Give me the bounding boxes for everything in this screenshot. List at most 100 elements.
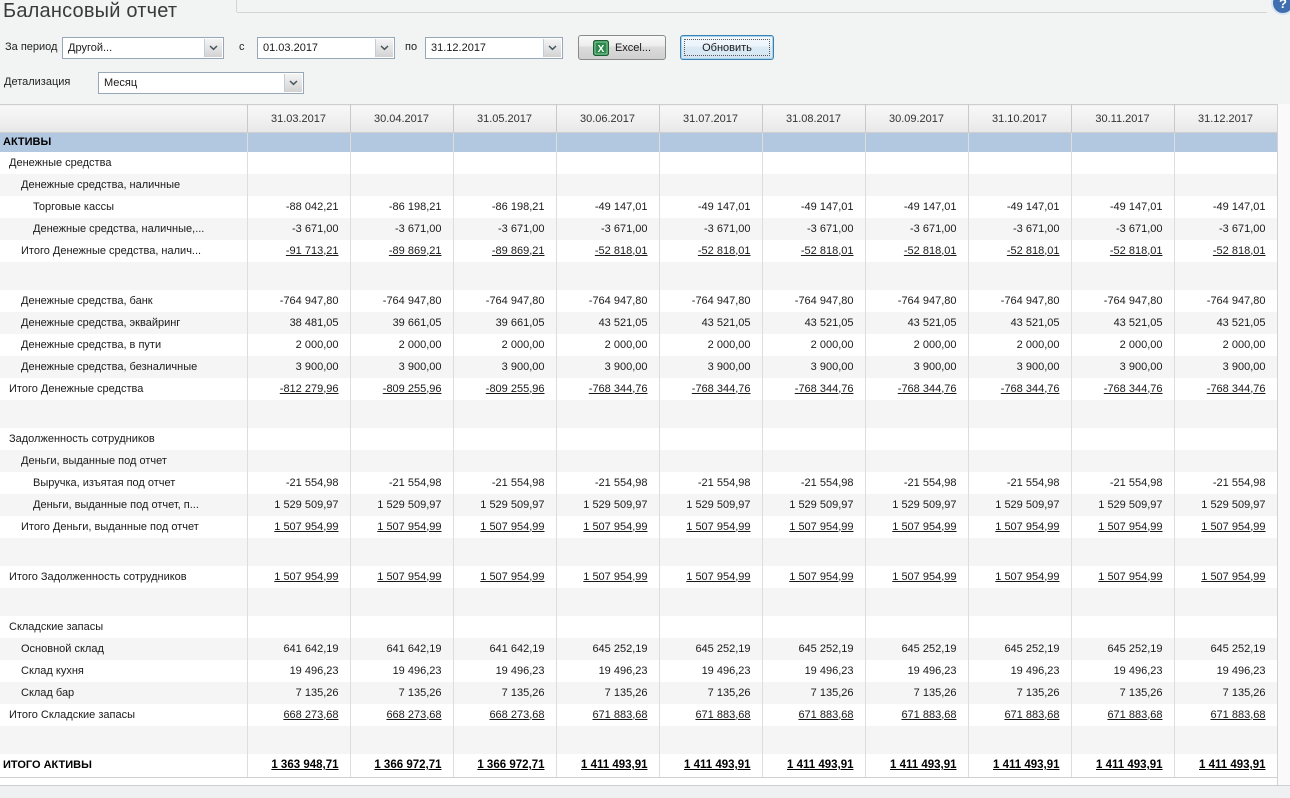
cell-value xyxy=(1071,262,1174,290)
column-header-date[interactable]: 31.07.2017 xyxy=(659,105,762,133)
cell-value: 1 529 509,97 xyxy=(659,494,762,516)
cell-value: -3 671,00 xyxy=(968,218,1071,240)
cell-value: -21 554,98 xyxy=(556,472,659,494)
cell-value xyxy=(453,152,556,174)
cell-value: 668 273,68 xyxy=(350,704,453,726)
cell-value: -91 713,21 xyxy=(247,240,350,262)
table-row[interactable]: Итого Складские запасы668 273,68668 273,… xyxy=(0,704,1277,726)
column-header-date[interactable]: 31.12.2017 xyxy=(1174,105,1277,133)
column-header-date[interactable]: 31.05.2017 xyxy=(453,105,556,133)
table-row[interactable]: Деньги, выданные под отчет xyxy=(0,450,1277,472)
cell-value: -768 344,76 xyxy=(968,378,1071,400)
table-row[interactable]: Итого Денежные средства, налич...-91 713… xyxy=(0,240,1277,262)
refresh-button[interactable]: Обновить xyxy=(680,35,774,60)
row-label: Денежные средства, банк xyxy=(0,290,247,312)
detail-select[interactable]: Месяц xyxy=(98,72,304,94)
column-header-date[interactable]: 31.10.2017 xyxy=(968,105,1071,133)
cell-value xyxy=(556,450,659,472)
chevron-down-icon[interactable] xyxy=(284,74,302,92)
cell-value: 671 883,68 xyxy=(762,704,865,726)
table-row[interactable]: Торговые кассы-88 042,21-86 198,21-86 19… xyxy=(0,196,1277,218)
table-row xyxy=(0,726,1277,754)
cell-value: 1 507 954,99 xyxy=(762,566,865,588)
column-header-date[interactable]: 31.08.2017 xyxy=(762,105,865,133)
cell-value: 3 900,00 xyxy=(968,356,1071,378)
cell-value: -3 671,00 xyxy=(865,218,968,240)
chevron-down-icon[interactable] xyxy=(375,39,393,57)
cell-value: -768 344,76 xyxy=(865,378,968,400)
period-select[interactable]: Другой... xyxy=(62,37,224,59)
date-from-select[interactable]: 01.03.2017 xyxy=(257,37,395,59)
table-row[interactable]: Денежные средства, наличные,... -3 671,00… xyxy=(0,218,1277,240)
table-row[interactable]: Деньги, выданные под отчет, п... 1 529 50… xyxy=(0,494,1277,516)
row-label: Итого Задолженность сотрудников xyxy=(0,566,247,588)
cell-value xyxy=(762,262,865,290)
cell-value: 19 496,23 xyxy=(762,660,865,682)
row-label: Деньги, выданные под отчет, п... xyxy=(0,494,247,516)
cell-value: 1 507 954,99 xyxy=(453,516,556,538)
cell-value: 7 135,26 xyxy=(556,682,659,704)
table-row[interactable]: Денежные средства, эквайринг38 481,0539 … xyxy=(0,312,1277,334)
table-row[interactable]: ИТОГО АКТИВЫ1 363 948,711 366 972,711 36… xyxy=(0,754,1277,778)
table-row[interactable]: Итого Задолженность сотрудников 1 507 954… xyxy=(0,566,1277,588)
cell-value: 38 481,05 xyxy=(247,312,350,334)
table-row[interactable]: Склад кухня19 496,2319 496,2319 496,2319… xyxy=(0,660,1277,682)
cell-value xyxy=(1071,174,1174,196)
horizontal-scrollbar-track[interactable] xyxy=(0,785,1290,798)
cell-value xyxy=(556,133,659,152)
excel-export-button[interactable]: X Excel... xyxy=(578,35,666,60)
column-header-date[interactable]: 30.11.2017 xyxy=(1071,105,1174,133)
cell-value: 671 883,68 xyxy=(556,704,659,726)
report-grid: 31.03.201730.04.201731.05.201730.06.2017… xyxy=(0,104,1278,778)
date-from-value: 01.03.2017 xyxy=(258,38,394,54)
cell-value: -52 818,01 xyxy=(556,240,659,262)
period-label: За период xyxy=(5,41,57,53)
cell-value xyxy=(1071,400,1174,428)
cell-value: 671 883,68 xyxy=(865,704,968,726)
cell-value: 1 529 509,97 xyxy=(1174,494,1277,516)
cell-value: 43 521,05 xyxy=(762,312,865,334)
table-row[interactable]: Денежные средства, наличные xyxy=(0,174,1277,196)
table-row[interactable]: Денежные средства xyxy=(0,152,1277,174)
vertical-scrollbar-track[interactable] xyxy=(1277,104,1290,785)
table-row[interactable]: Склад бар7 135,267 135,267 135,267 135,2… xyxy=(0,682,1277,704)
cell-value xyxy=(1071,152,1174,174)
cell-value xyxy=(556,616,659,638)
cell-value: -764 947,80 xyxy=(659,290,762,312)
row-label xyxy=(0,262,247,290)
excel-icon: X xyxy=(593,40,609,56)
table-row[interactable]: Денежные средства, банк -764 947,80 -764 9… xyxy=(0,290,1277,312)
row-label: Денежные средства, наличные,... xyxy=(0,218,247,240)
table-row[interactable]: Задолженность сотрудников xyxy=(0,428,1277,450)
table-row[interactable]: Основной склад641 642,19641 642,19641 64… xyxy=(0,638,1277,660)
cell-value: 1 529 509,97 xyxy=(1071,494,1174,516)
row-label: ИТОГО АКТИВЫ xyxy=(0,754,247,778)
row-label: Итого Денежные средства, налич... xyxy=(0,240,247,262)
cell-value xyxy=(453,450,556,472)
table-row[interactable]: АКТИВЫ xyxy=(0,133,1277,152)
tab-edge-divider xyxy=(236,0,237,12)
excel-button-label: Excel... xyxy=(615,42,651,54)
column-header-date[interactable]: 31.03.2017 xyxy=(247,105,350,133)
table-row[interactable]: Денежные средства, безналичные3 900,003 … xyxy=(0,356,1277,378)
cell-value: 7 135,26 xyxy=(659,682,762,704)
table-row[interactable]: Денежные средства, в пути2 000,002 000,0… xyxy=(0,334,1277,356)
cell-value: 1 507 954,99 xyxy=(865,516,968,538)
column-header-date[interactable]: 30.09.2017 xyxy=(865,105,968,133)
cell-value xyxy=(762,428,865,450)
table-row[interactable]: Выручка, изъятая под отчет-21 554,98-21 … xyxy=(0,472,1277,494)
table-row[interactable]: Складские запасы xyxy=(0,616,1277,638)
row-label: Итого Денежные средства xyxy=(0,378,247,400)
chevron-down-icon[interactable] xyxy=(543,39,561,57)
date-to-select[interactable]: 31.12.2017 xyxy=(425,37,563,59)
cell-value: -764 947,80 xyxy=(1174,290,1277,312)
column-header-date[interactable]: 30.06.2017 xyxy=(556,105,659,133)
row-label: Денежные средства, эквайринг xyxy=(0,312,247,334)
column-header-date[interactable]: 30.04.2017 xyxy=(350,105,453,133)
cell-value: 671 883,68 xyxy=(659,704,762,726)
table-row[interactable]: Итого Деньги, выданные под отчет1 507 95… xyxy=(0,516,1277,538)
cell-value: 19 496,23 xyxy=(1071,660,1174,682)
table-row[interactable]: Итого Денежные средства-812 279,96-809 2… xyxy=(0,378,1277,400)
column-header-rowlabels[interactable] xyxy=(0,105,247,133)
chevron-down-icon[interactable] xyxy=(204,39,222,57)
